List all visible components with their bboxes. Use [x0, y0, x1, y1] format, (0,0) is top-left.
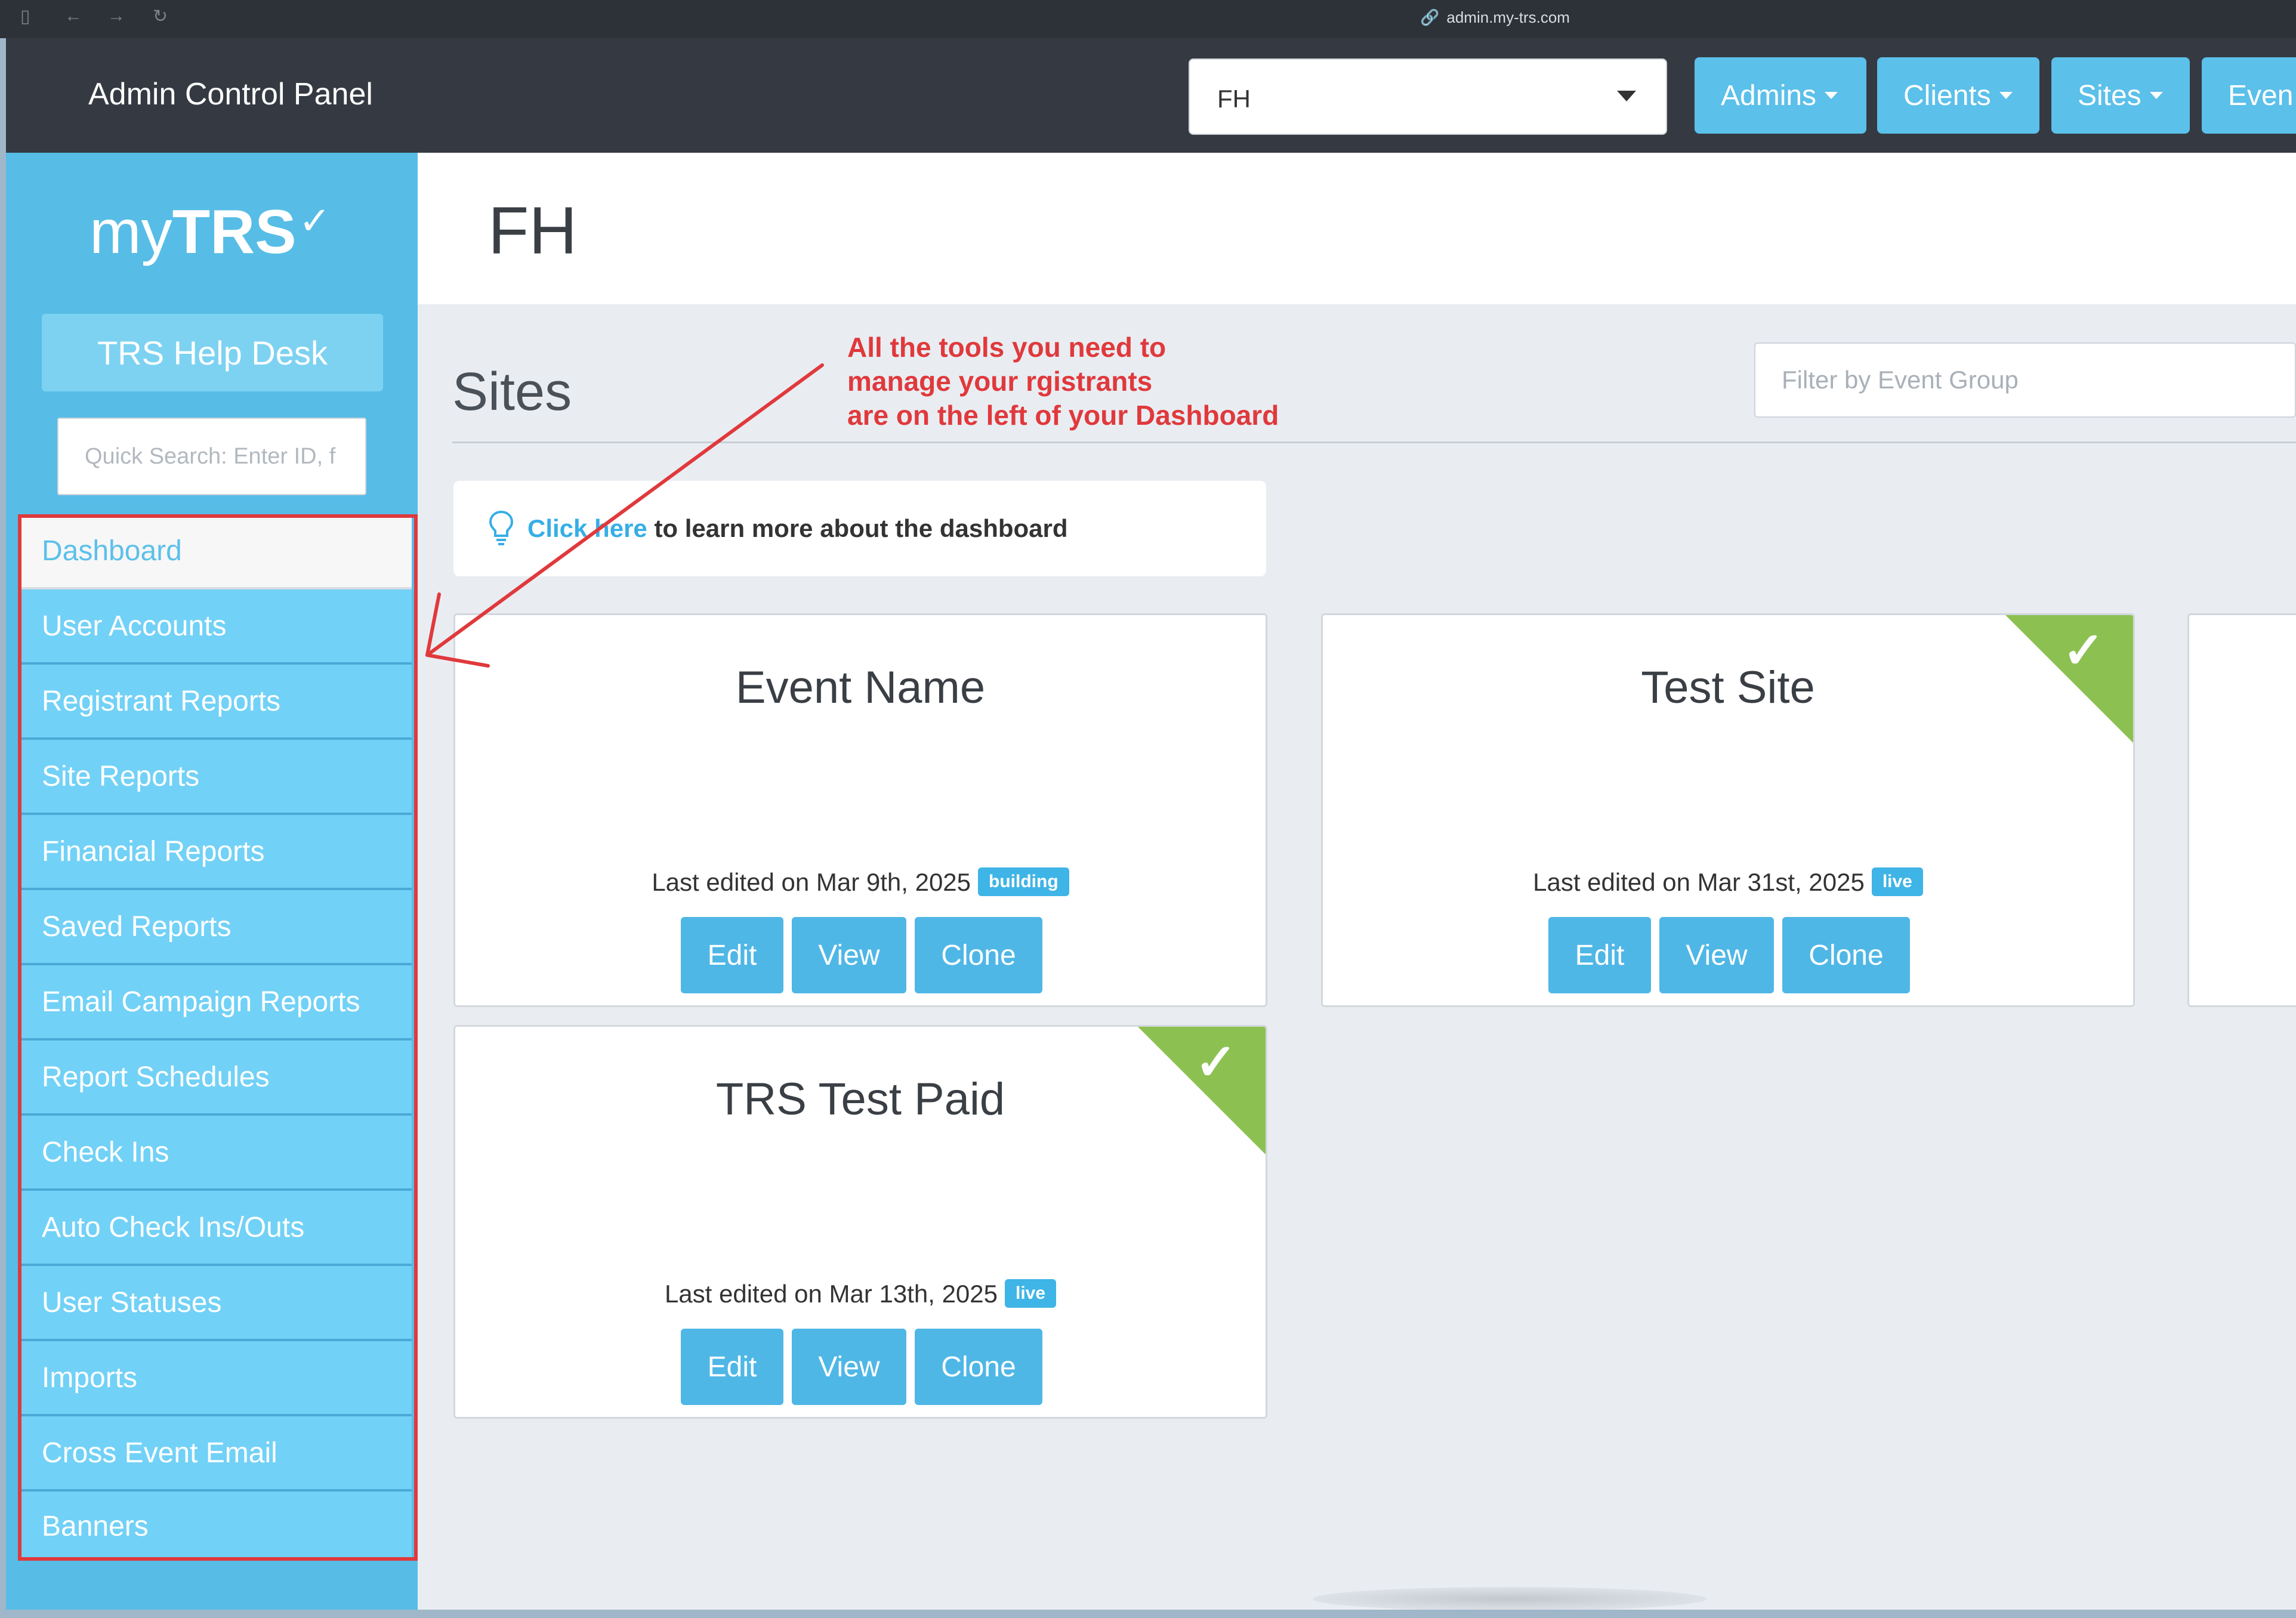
view-button[interactable]: View — [1659, 917, 1774, 993]
nav-admins-button[interactable]: Admins — [1695, 57, 1866, 134]
dashboard-info-box: Click here to learn more about the dashb… — [453, 481, 1266, 576]
nav-clients-button[interactable]: Clients — [1877, 57, 2039, 134]
caret-down-icon — [1617, 91, 1636, 101]
forward-arrow-icon[interactable]: → — [107, 6, 125, 26]
last-edited-text: Last edited on Mar 9th, 2025 — [652, 868, 971, 896]
client-select[interactable]: FH — [1189, 58, 1667, 135]
clone-button[interactable]: Clone — [1782, 917, 1910, 993]
browser-chrome: ▯ ← → ↻ 🔗 admin.my-trs.com — [0, 0, 2296, 38]
link-icon: 🔗 — [1420, 8, 1440, 26]
view-button[interactable]: View — [792, 917, 906, 993]
view-button[interactable]: View — [792, 1329, 906, 1405]
last-edited-text: Last edited on Mar 31st, 2025 — [1533, 868, 1865, 896]
learn-more-link[interactable]: Click here — [527, 514, 647, 543]
site-card: TRS Test Paid ✓ Last edited on Mar 13th,… — [453, 1025, 1267, 1419]
sidebar-toggle-icon[interactable]: ▯ — [20, 6, 30, 27]
page-header — [418, 153, 2296, 304]
edit-button[interactable]: Edit — [1548, 917, 1651, 993]
annotation-line: are on the left of your Dashboard — [847, 400, 1279, 431]
nav-clients-label: Clients — [1903, 79, 1991, 112]
nav-sites-label: Sites — [2078, 79, 2141, 112]
divider — [452, 441, 2296, 443]
status-badge: building — [978, 867, 1069, 896]
filter-event-group-input[interactable] — [1754, 342, 2296, 418]
mytrs-logo[interactable]: myTRS✓ — [90, 197, 331, 268]
caret-down-icon — [1999, 92, 2013, 99]
caret-down-icon — [2149, 92, 2163, 99]
logo-my: my — [90, 197, 172, 267]
site-card: Event Name Last edited on Mar 9th, 2025 b… — [453, 613, 1267, 1007]
quick-search-input[interactable] — [57, 418, 366, 495]
window-edge — [0, 38, 6, 1610]
annotation-line: manage your rgistrants — [847, 366, 1153, 397]
status-badge: live — [1005, 1279, 1057, 1308]
checkmark-icon: ✓ — [1195, 1034, 1237, 1090]
edit-button[interactable]: Edit — [681, 917, 783, 993]
caret-down-icon — [1825, 92, 1838, 99]
address-bar[interactable]: 🔗 admin.my-trs.com — [1420, 8, 1570, 27]
reload-icon[interactable]: ↻ — [153, 6, 168, 27]
nav-sites-button[interactable]: Sites — [2051, 57, 2190, 134]
nav-events-button[interactable]: Even — [2202, 57, 2296, 134]
site-card-title[interactable]: Event Name — [455, 662, 1266, 714]
annotation-line: All the tools you need to — [847, 332, 1166, 363]
sites-heading: Sites — [452, 362, 572, 422]
site-card-meta: Last edited on Mar 13th, 2025 live — [455, 1279, 1266, 1310]
site-card-partial — [2187, 613, 2296, 1007]
lightbulb-icon — [489, 510, 514, 545]
edit-button[interactable]: Edit — [681, 1329, 783, 1405]
nav-admins-label: Admins — [1721, 79, 1817, 112]
site-card-meta: Last edited on Mar 31st, 2025 live — [1323, 867, 2133, 898]
window-edge — [0, 1610, 2296, 1618]
site-card-meta: Last edited on Mar 9th, 2025 building — [455, 867, 1266, 898]
annotation-highlight-box — [18, 514, 418, 1561]
back-arrow-icon[interactable]: ← — [64, 6, 82, 26]
info-text: to learn more about the dashboard — [647, 514, 1068, 542]
annotation-text: All the tools you need to manage your rg… — [847, 331, 1279, 433]
nav-events-label: Even — [2228, 79, 2294, 112]
clone-button[interactable]: Clone — [915, 917, 1042, 993]
logo-check-icon: ✓ — [298, 199, 331, 242]
logo-trs: TRS — [172, 197, 297, 267]
app-title: Admin Control Panel — [88, 77, 373, 112]
client-select-value: FH — [1217, 85, 1251, 113]
last-edited-text: Last edited on Mar 13th, 2025 — [664, 1280, 998, 1308]
page-title: FH — [488, 193, 578, 268]
site-card: Test Site ✓ Last edited on Mar 31st, 202… — [1321, 613, 2135, 1007]
help-desk-button[interactable]: TRS Help Desk — [42, 314, 383, 391]
url-text: admin.my-trs.com — [1446, 8, 1570, 26]
scroll-shadow — [1313, 1587, 1706, 1611]
checkmark-icon: ✓ — [2062, 622, 2104, 678]
status-badge: live — [1871, 867, 1923, 896]
clone-button[interactable]: Clone — [915, 1329, 1042, 1405]
